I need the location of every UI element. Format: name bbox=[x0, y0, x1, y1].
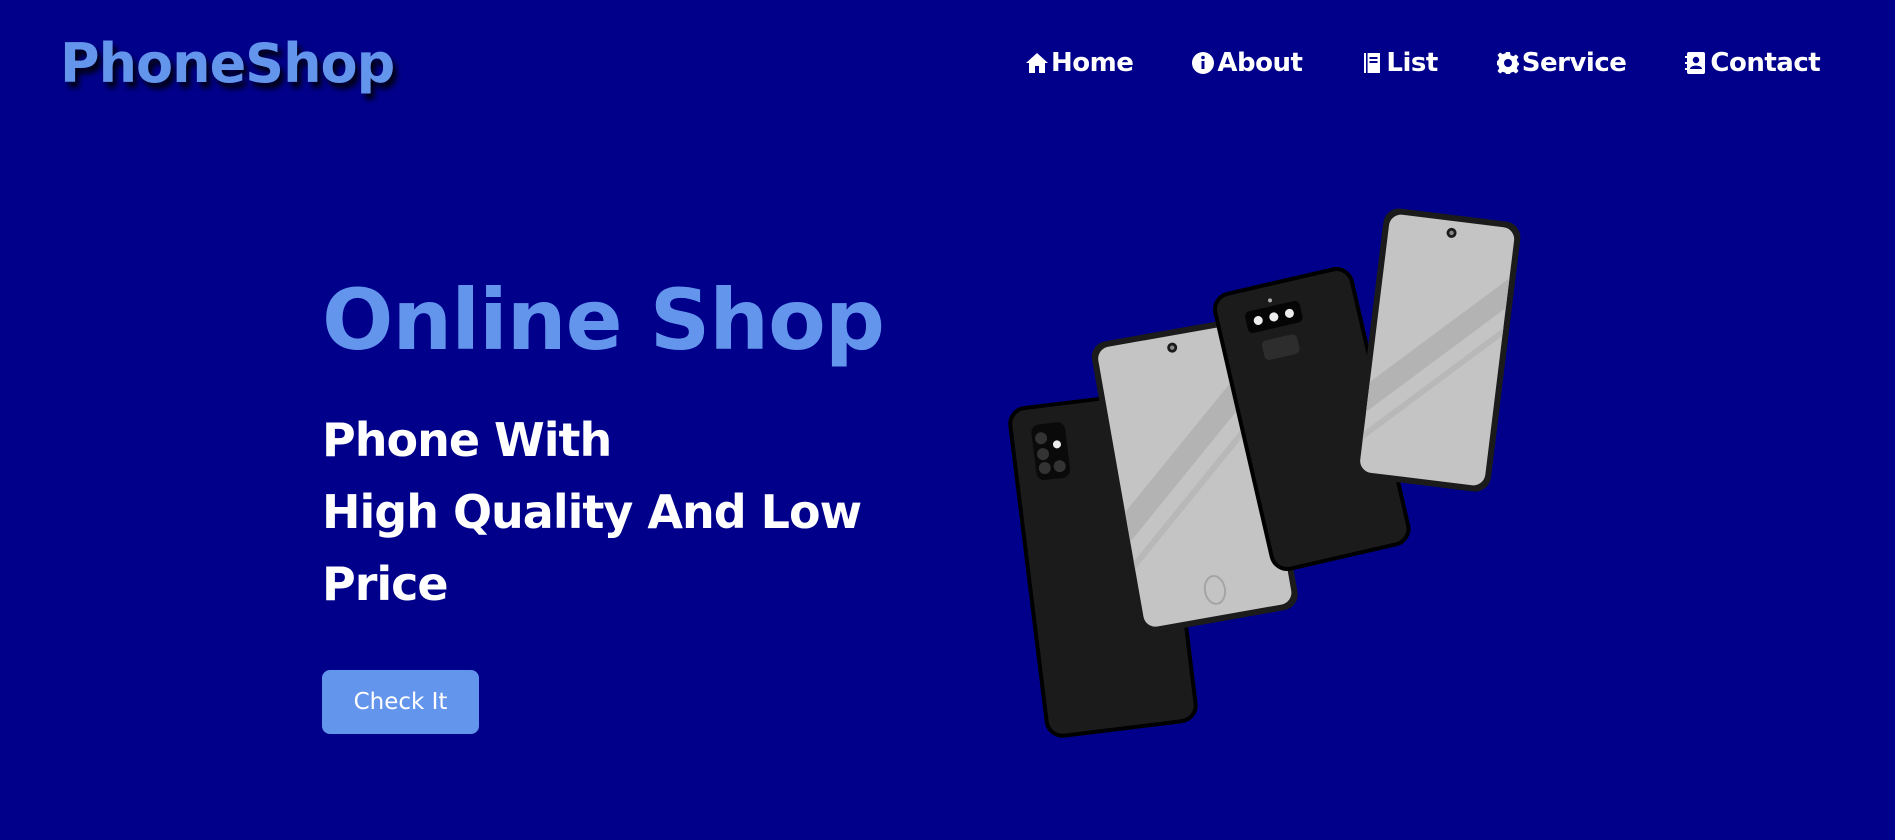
info-icon bbox=[1192, 52, 1215, 74]
check-it-button[interactable]: Check It bbox=[322, 670, 479, 734]
book-icon bbox=[1364, 53, 1381, 73]
hero-subtitle-line: Phone With bbox=[322, 413, 612, 467]
smartphones-illustration bbox=[1008, 208, 1521, 738]
gear-icon bbox=[1496, 52, 1519, 74]
nav-item-list[interactable]: List bbox=[1360, 46, 1438, 80]
home-icon bbox=[1026, 53, 1048, 73]
nav-item-label: List bbox=[1386, 48, 1438, 78]
main-nav: Home About List Service Contact bbox=[1025, 46, 1821, 80]
nav-item-label: Contact bbox=[1710, 48, 1821, 78]
page: PhoneShop Home About List Service Contac… bbox=[0, 0, 1895, 840]
hero-title: Online Shop bbox=[322, 271, 885, 369]
phone-front-right bbox=[1353, 208, 1521, 492]
brand-logo[interactable]: PhoneShop bbox=[60, 28, 395, 100]
nav-item-label: Home bbox=[1051, 48, 1134, 78]
nav-item-service[interactable]: Service bbox=[1496, 46, 1627, 80]
nav-item-about[interactable]: About bbox=[1191, 46, 1303, 80]
address-book-icon bbox=[1685, 52, 1706, 74]
hero-subtitle-line: Price bbox=[322, 557, 449, 611]
nav-item-label: About bbox=[1217, 48, 1303, 78]
nav-item-contact[interactable]: Contact bbox=[1684, 46, 1821, 80]
hero-subtitle-line: High Quality And Low bbox=[322, 485, 862, 539]
nav-item-label: Service bbox=[1521, 48, 1627, 78]
hero-subtitle: Phone With High Quality And Low Price bbox=[322, 404, 862, 620]
nav-item-home[interactable]: Home bbox=[1025, 46, 1134, 80]
